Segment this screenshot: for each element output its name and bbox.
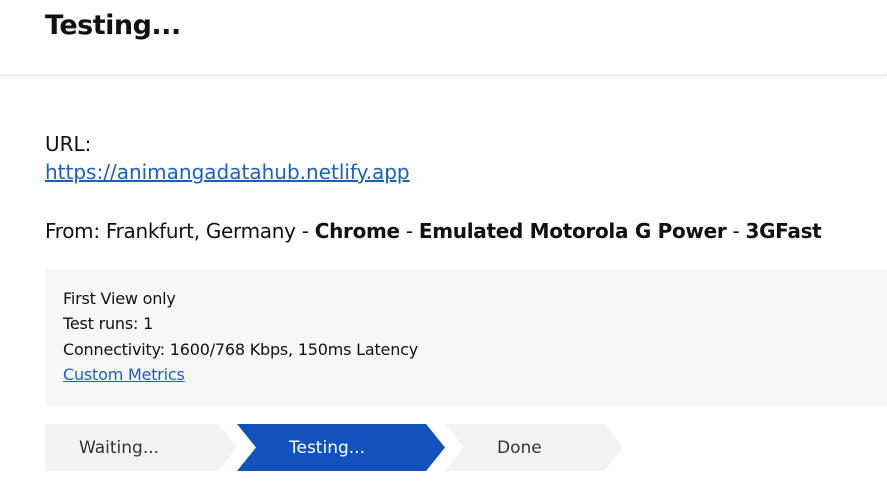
step-label: Testing... <box>289 437 365 458</box>
custom-metrics-link[interactable]: Custom Metrics <box>63 365 185 384</box>
test-location: From: Frankfurt, Germany - Chrome - Emul… <box>45 219 822 243</box>
from-location: From: Frankfurt, Germany - <box>45 219 315 243</box>
page-title: Testing... <box>45 10 181 41</box>
view-setting: First View only <box>63 289 176 308</box>
page-header: Testing... <box>0 0 887 76</box>
separator: - <box>399 219 419 243</box>
device: Emulated Motorola G Power <box>418 219 727 243</box>
connection-profile: 3GFast <box>745 219 822 243</box>
step-label: Waiting... <box>79 437 160 458</box>
step-done: Done <box>445 424 623 471</box>
separator: - <box>726 219 746 243</box>
step-waiting: Waiting... <box>36 424 237 471</box>
test-url-link[interactable]: https://animangadatahub.netlify.app <box>45 160 410 184</box>
test-runs: Test runs: 1 <box>63 314 154 333</box>
step-testing: Testing... <box>237 424 445 471</box>
url-label: URL: <box>45 132 92 156</box>
browser: Chrome <box>314 219 400 243</box>
test-settings-panel: First View only Test runs: 1 Connectivit… <box>45 269 887 407</box>
step-label: Done <box>497 437 542 458</box>
connectivity: Connectivity: 1600/768 Kbps, 150ms Laten… <box>63 340 419 359</box>
